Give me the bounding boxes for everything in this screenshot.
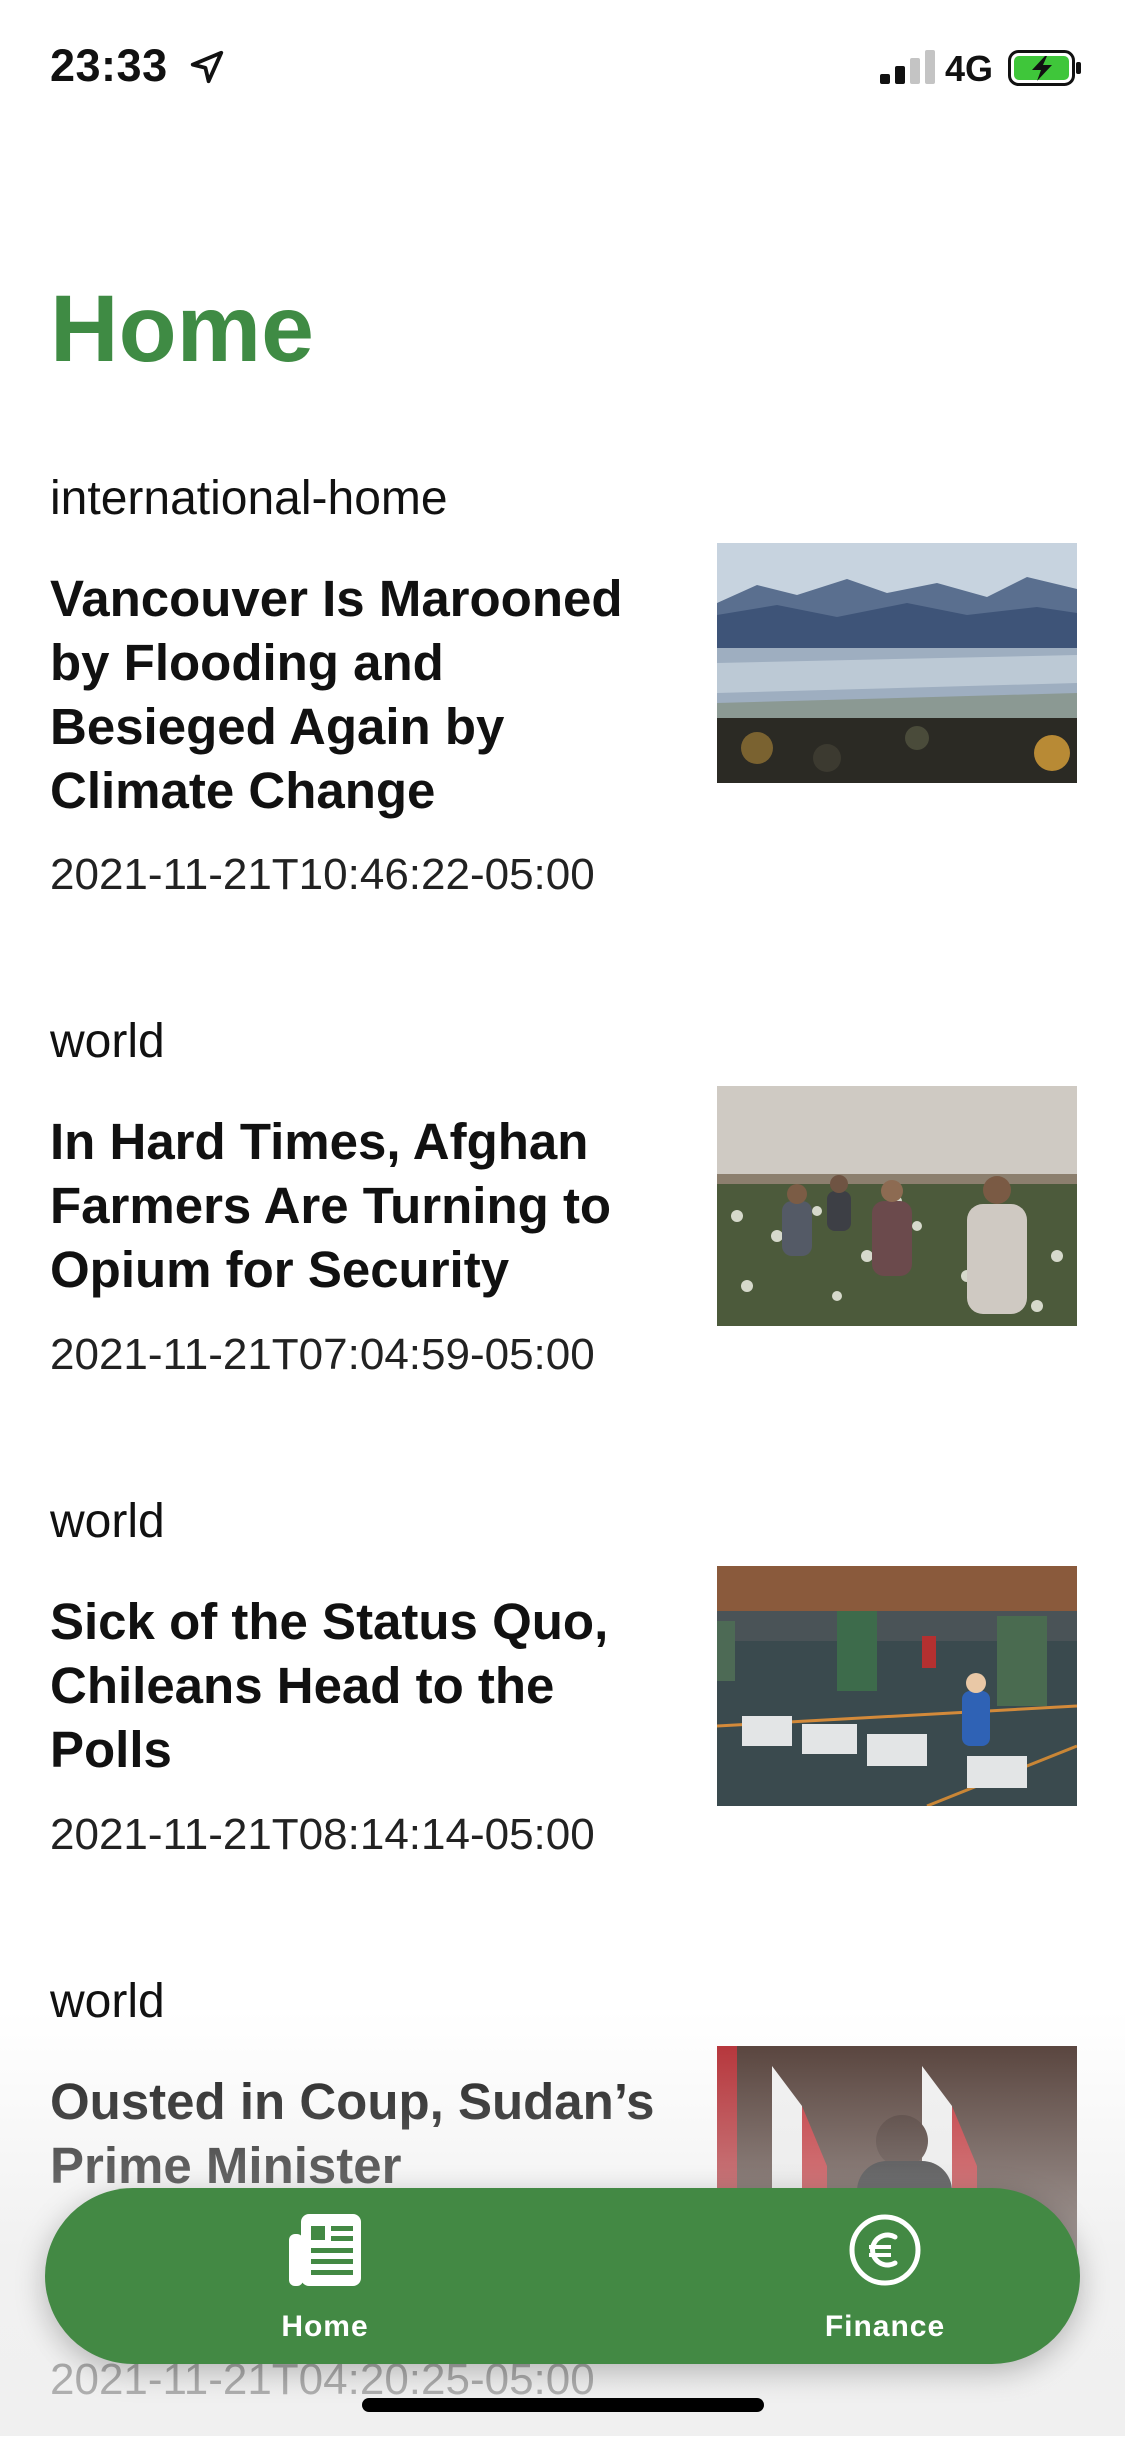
tab-label: Home (281, 2310, 369, 2343)
tab-finance[interactable]: Finance (735, 2188, 1035, 2364)
article-item[interactable]: world Sick of the Status Quo, Chileans H… (0, 1498, 1125, 1978)
article-headline: In Hard Times, Afghan Farmers Are Turnin… (50, 1113, 612, 1298)
article-headline: Sick of the Status Quo, Chileans Head to… (50, 1593, 609, 1778)
article-date: 2021-11-21T10:46:22-05:00 (50, 850, 595, 899)
tab-home[interactable]: Home (175, 2188, 475, 2364)
article-headline: Vancouver Is Marooned by Flooding and Be… (50, 570, 623, 819)
article-date: 2021-11-21T08:14:14-05:00 (50, 1810, 595, 1859)
article-section: world (50, 1015, 165, 1068)
article-list: international-home Vancouver Is Marooned… (0, 0, 1125, 2436)
article-date: 2021-11-21T04:20:25-05:00 (50, 2355, 595, 2404)
article-section: world (50, 1495, 165, 1548)
article-date: 2021-11-21T07:04:59-05:00 (50, 1330, 595, 1379)
euro-icon (849, 2214, 921, 2286)
article-section: international-home (50, 472, 448, 525)
article-headline: Ousted in Coup, Sudan’s Prime Minister (50, 2073, 655, 2194)
tab-label: Finance (824, 2310, 946, 2343)
article-item[interactable]: world In Hard Times, Afghan Farmers Are … (0, 1018, 1125, 1498)
tab-bar: Home Finance (45, 2188, 1080, 2364)
article-thumbnail (717, 1566, 1077, 1806)
article-thumbnail (717, 543, 1077, 783)
newspaper-icon (289, 2214, 361, 2286)
article-section: world (50, 1975, 165, 2028)
article-thumbnail (717, 1086, 1077, 1326)
home-indicator (362, 2398, 764, 2412)
article-item[interactable]: international-home Vancouver Is Marooned… (0, 475, 1125, 955)
